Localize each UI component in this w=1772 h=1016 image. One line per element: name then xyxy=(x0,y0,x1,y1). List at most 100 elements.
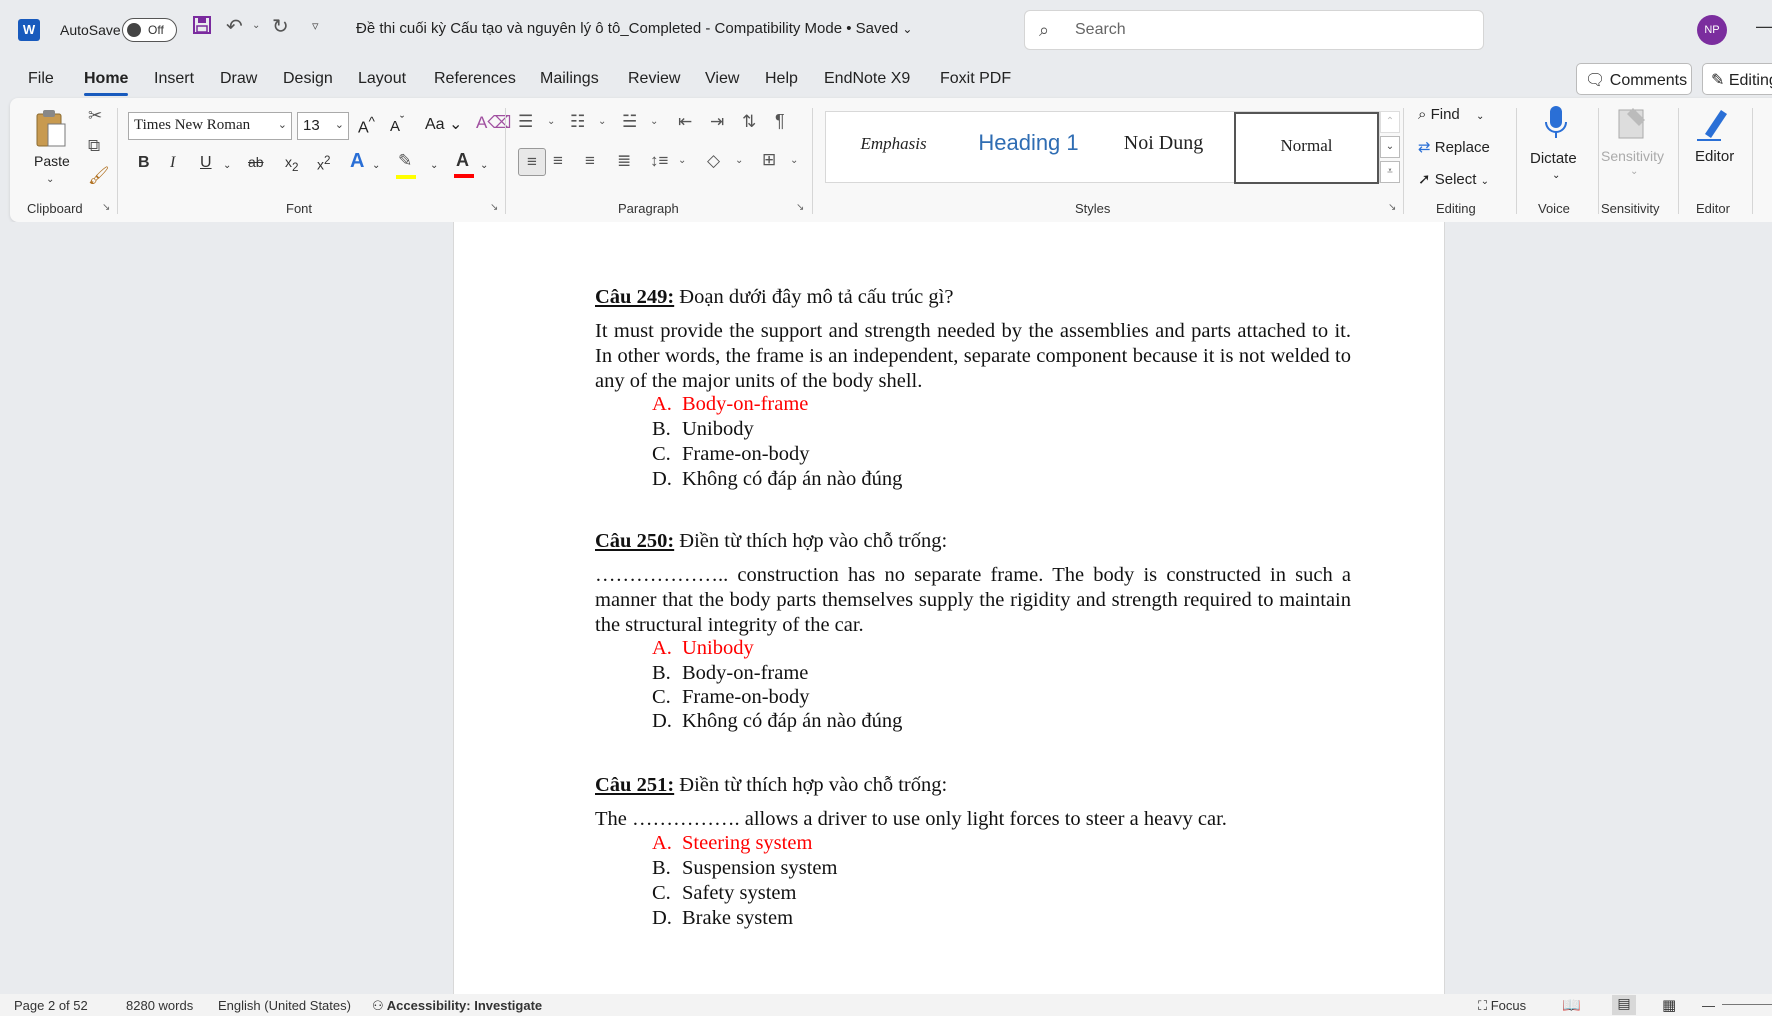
line-spacing-icon[interactable]: ↕≡ xyxy=(650,151,668,171)
tab-insert[interactable]: Insert xyxy=(154,70,194,88)
text-effects-dropdown-icon[interactable]: ⌄ xyxy=(372,160,380,171)
undo-icon[interactable]: ↶ xyxy=(226,14,243,39)
styles-scroll-up-icon[interactable]: ⌃ xyxy=(1380,111,1400,133)
tab-home[interactable]: Home xyxy=(84,70,129,96)
undo-dropdown-icon[interactable]: ⌄ xyxy=(252,20,260,31)
word-count[interactable]: 8280 words xyxy=(126,998,193,1013)
sensitivity-icon[interactable] xyxy=(1615,104,1651,147)
tab-references[interactable]: References xyxy=(434,70,516,88)
editor-icon[interactable] xyxy=(1695,104,1731,147)
web-layout-icon[interactable]: ▦ xyxy=(1662,996,1676,1014)
find-button[interactable]: ⌕ Find ⌄ xyxy=(1418,106,1484,123)
bullets-dropdown-icon[interactable]: ⌄ xyxy=(547,116,555,127)
styles-more-icon[interactable]: ⩡ xyxy=(1380,161,1400,183)
font-launcher-icon[interactable]: ↘ xyxy=(490,202,498,213)
shrink-font-icon[interactable]: Aˇ xyxy=(390,114,404,135)
editing-mode-button[interactable]: ✎ Editing xyxy=(1702,63,1772,95)
read-mode-icon[interactable]: 📖 xyxy=(1562,996,1581,1014)
tab-help[interactable]: Help xyxy=(765,70,798,88)
user-avatar[interactable]: NP xyxy=(1697,15,1727,45)
page-count[interactable]: Page 2 of 52 xyxy=(14,998,88,1013)
copy-icon[interactable]: ⧉ xyxy=(88,136,100,156)
borders-icon[interactable]: ⊞ xyxy=(762,150,776,170)
clipboard-launcher-icon[interactable]: ↘ xyxy=(102,202,110,213)
autosave-toggle[interactable]: Off xyxy=(122,18,177,42)
tab-draw[interactable]: Draw xyxy=(220,70,257,88)
style-normal[interactable]: Normal xyxy=(1234,112,1379,184)
font-color-icon[interactable]: A xyxy=(454,150,474,178)
minimize-icon[interactable]: — xyxy=(1756,16,1772,37)
highlight-icon[interactable]: ✎ xyxy=(396,151,416,179)
search-box[interactable]: ⌕ Search xyxy=(1024,10,1484,50)
align-right-icon[interactable]: ≡ xyxy=(585,151,595,171)
borders-dropdown-icon[interactable]: ⌄ xyxy=(790,155,798,166)
tab-endnote[interactable]: EndNote X9 xyxy=(824,70,910,88)
clear-formatting-icon[interactable]: A⌫ xyxy=(476,113,511,133)
cut-icon[interactable]: ✂ xyxy=(88,106,102,126)
grow-font-icon[interactable]: A^ xyxy=(358,114,375,137)
show-formatting-marks-icon[interactable]: ¶ xyxy=(775,111,785,132)
style-emphasis[interactable]: Emphasis xyxy=(826,112,961,184)
save-icon[interactable] xyxy=(192,15,212,41)
decrease-indent-icon[interactable]: ⇤ xyxy=(678,112,692,132)
highlight-dropdown-icon[interactable]: ⌄ xyxy=(430,160,438,171)
line-spacing-dropdown-icon[interactable]: ⌄ xyxy=(678,155,686,166)
tab-review[interactable]: Review xyxy=(628,70,680,88)
italic-icon[interactable]: I xyxy=(170,154,175,172)
language-indicator[interactable]: English (United States) xyxy=(218,998,351,1013)
align-left-icon[interactable]: ≡ xyxy=(518,148,546,176)
tab-view[interactable]: View xyxy=(705,70,739,88)
select-button[interactable]: ➚ Select ⌄ xyxy=(1418,170,1489,188)
underline-dropdown-icon[interactable]: ⌄ xyxy=(223,160,231,171)
format-painter-icon[interactable]: 🖌 xyxy=(88,166,110,186)
zoom-out-icon[interactable]: — xyxy=(1702,998,1715,1013)
sensitivity-dropdown-icon[interactable]: ⌄ xyxy=(1630,166,1638,177)
dictate-button[interactable]: Dictate xyxy=(1530,150,1577,167)
microphone-icon[interactable] xyxy=(1542,104,1570,147)
styles-launcher-icon[interactable]: ↘ xyxy=(1388,202,1396,213)
paste-button[interactable]: Paste xyxy=(34,153,70,169)
zoom-slider[interactable] xyxy=(1722,1004,1772,1005)
tab-foxit-pdf[interactable]: Foxit PDF xyxy=(940,70,1011,88)
tab-layout[interactable]: Layout xyxy=(358,70,406,88)
style-noi-dung[interactable]: Noi Dung xyxy=(1096,112,1231,184)
numbering-icon[interactable]: ☷ xyxy=(570,112,585,132)
multilevel-list-icon[interactable]: ☱ xyxy=(622,112,637,132)
tab-file[interactable]: File xyxy=(28,70,54,88)
document-title[interactable]: Đề thi cuối kỳ Cấu tạo và nguyên lý ô tô… xyxy=(356,20,912,37)
paste-dropdown-icon[interactable]: ⌄ xyxy=(46,174,54,185)
change-case-icon[interactable]: Aa ⌄ xyxy=(425,114,462,134)
styles-scroll-down-icon[interactable]: ⌄ xyxy=(1380,136,1400,158)
superscript-icon[interactable]: x2 xyxy=(317,154,330,173)
multilevel-dropdown-icon[interactable]: ⌄ xyxy=(650,116,658,127)
subscript-icon[interactable]: x2 xyxy=(285,154,298,174)
style-heading-1[interactable]: Heading 1 xyxy=(961,112,1096,184)
bold-icon[interactable]: B xyxy=(138,154,150,172)
customize-toolbar-icon[interactable]: ▿ xyxy=(312,18,319,34)
sort-icon[interactable]: ⇅ xyxy=(742,112,756,132)
accessibility-status[interactable]: ⚇ Accessibility: Investigate xyxy=(372,998,542,1014)
replace-button[interactable]: ⇄ Replace xyxy=(1418,138,1490,156)
bullets-icon[interactable]: ☰ xyxy=(518,112,533,132)
numbering-dropdown-icon[interactable]: ⌄ xyxy=(598,116,606,127)
font-size-select[interactable]: 13 ⌄ xyxy=(297,112,349,140)
editor-button[interactable]: Editor xyxy=(1695,148,1734,165)
justify-icon[interactable]: ≣ xyxy=(617,151,631,171)
paste-icon[interactable] xyxy=(34,108,68,150)
text-effects-icon[interactable]: A xyxy=(350,150,364,173)
comments-button[interactable]: 🗨 Comments xyxy=(1576,63,1692,95)
strikethrough-icon[interactable]: ab xyxy=(248,154,264,170)
font-color-dropdown-icon[interactable]: ⌄ xyxy=(480,160,488,171)
underline-icon[interactable]: U xyxy=(200,154,212,172)
redo-icon[interactable]: ↻ xyxy=(272,14,289,39)
increase-indent-icon[interactable]: ⇥ xyxy=(710,112,724,132)
focus-button[interactable]: ⛶ Focus xyxy=(1478,998,1526,1014)
print-layout-icon[interactable]: ▤ xyxy=(1612,995,1636,1015)
align-center-icon[interactable]: ≡ xyxy=(553,151,563,171)
dictate-dropdown-icon[interactable]: ⌄ xyxy=(1552,170,1560,181)
paragraph-launcher-icon[interactable]: ↘ xyxy=(796,202,804,213)
tab-mailings[interactable]: Mailings xyxy=(540,70,599,88)
tab-design[interactable]: Design xyxy=(283,70,333,88)
shading-icon[interactable]: ◇ xyxy=(707,151,720,171)
font-family-select[interactable]: Times New Roman ⌄ xyxy=(128,112,292,140)
